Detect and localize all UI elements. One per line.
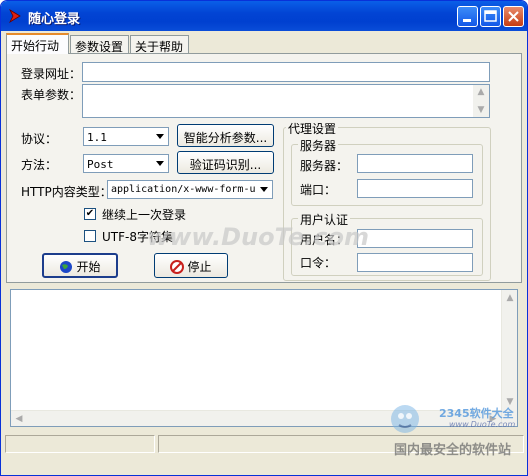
title-bar[interactable]: 随心登录 xyxy=(1,1,527,31)
chevron-down-icon[interactable] xyxy=(152,155,168,172)
content-type-value: application/x-www-form-u xyxy=(111,184,256,195)
captcha-button[interactable]: 验证码识别... xyxy=(177,151,274,174)
server-label: 服务器： xyxy=(300,159,349,173)
params-label: 表单参数： xyxy=(21,88,82,102)
scroll-up-icon[interactable]: ▲ xyxy=(502,290,518,306)
proxy-group: 代理设置 服务器 服务器： 端口： 用户认证 用户名： 口令： xyxy=(283,120,491,281)
main-window: 随心登录 开始行动 参数设置 关于帮助 登录网址： 表单参数： ▲ ▼ 协议： … xyxy=(0,0,528,476)
port-label: 端口： xyxy=(300,183,337,197)
server-input[interactable] xyxy=(357,154,473,173)
globe-icon xyxy=(60,261,73,273)
proxy-group-title: 代理设置 xyxy=(286,120,339,137)
maximize-button[interactable] xyxy=(480,6,501,27)
method-label: 方法： xyxy=(21,158,58,172)
watermark-brand: 2345软件大全 xyxy=(439,407,514,420)
minimize-icon xyxy=(463,19,471,22)
status-cell-1 xyxy=(5,435,155,453)
watermark-site: www.DuoTe.com xyxy=(449,420,516,429)
chevron-down-icon[interactable] xyxy=(256,181,272,198)
utf8-checkbox[interactable] xyxy=(84,230,96,242)
url-label: 登录网址： xyxy=(21,67,82,81)
close-button[interactable] xyxy=(503,6,524,27)
window-title: 随心登录 xyxy=(28,12,81,27)
server-group-title: 服务器 xyxy=(298,137,339,154)
method-select[interactable]: Post xyxy=(83,154,169,173)
start-button[interactable]: 开始 xyxy=(42,253,118,278)
mascot-logo-icon xyxy=(391,405,419,433)
checkmark-icon: ✔ xyxy=(85,208,95,219)
url-input[interactable] xyxy=(82,62,490,82)
start-label: 开始 xyxy=(76,260,101,274)
method-value: Post xyxy=(87,158,114,171)
maximize-icon xyxy=(484,10,497,22)
params-scrollbar[interactable]: ▲ ▼ xyxy=(473,85,489,117)
password-label: 口令： xyxy=(300,256,337,270)
tab-settings[interactable]: 参数设置 xyxy=(70,35,129,54)
close-icon xyxy=(508,11,519,22)
protocol-value: 1.1 xyxy=(87,131,107,144)
log-horizontal-scrollbar[interactable]: ◀ ▶ xyxy=(11,410,501,426)
content-type-label: HTTP内容类型： xyxy=(21,185,112,199)
port-input[interactable] xyxy=(357,179,473,198)
user-input[interactable] xyxy=(357,229,473,248)
protocol-select[interactable]: 1.1 xyxy=(83,127,169,146)
scroll-left-icon[interactable]: ◀ xyxy=(11,411,27,427)
password-input[interactable] xyxy=(357,253,473,272)
app-arrow-icon xyxy=(9,9,21,23)
stop-label: 停止 xyxy=(187,260,212,274)
stop-button[interactable]: 停止 xyxy=(154,253,228,278)
server-group: 服务器 服务器： 端口： xyxy=(291,137,483,206)
watermark-slogan: 国内最安全的软件站 xyxy=(394,443,512,458)
params-textarea[interactable]: ▲ ▼ xyxy=(82,84,490,118)
tab-start[interactable]: 开始行动 xyxy=(6,33,69,54)
chevron-down-icon[interactable] xyxy=(152,128,168,145)
continue-checkbox[interactable]: ✔ xyxy=(84,208,96,220)
stop-icon xyxy=(170,260,185,274)
watermark-duote: www.DuoTe.com xyxy=(147,223,369,251)
continue-label: 继续上一次登录 xyxy=(102,208,187,222)
minimize-button[interactable] xyxy=(457,6,478,27)
protocol-label: 协议： xyxy=(21,132,58,146)
smart-analyze-button[interactable]: 智能分析参数... xyxy=(177,124,274,147)
content-type-select[interactable]: application/x-www-form-u xyxy=(107,180,273,199)
tab-help[interactable]: 关于帮助 xyxy=(130,35,189,54)
scroll-down-icon[interactable]: ▼ xyxy=(473,103,489,117)
scroll-up-icon[interactable]: ▲ xyxy=(473,85,489,99)
